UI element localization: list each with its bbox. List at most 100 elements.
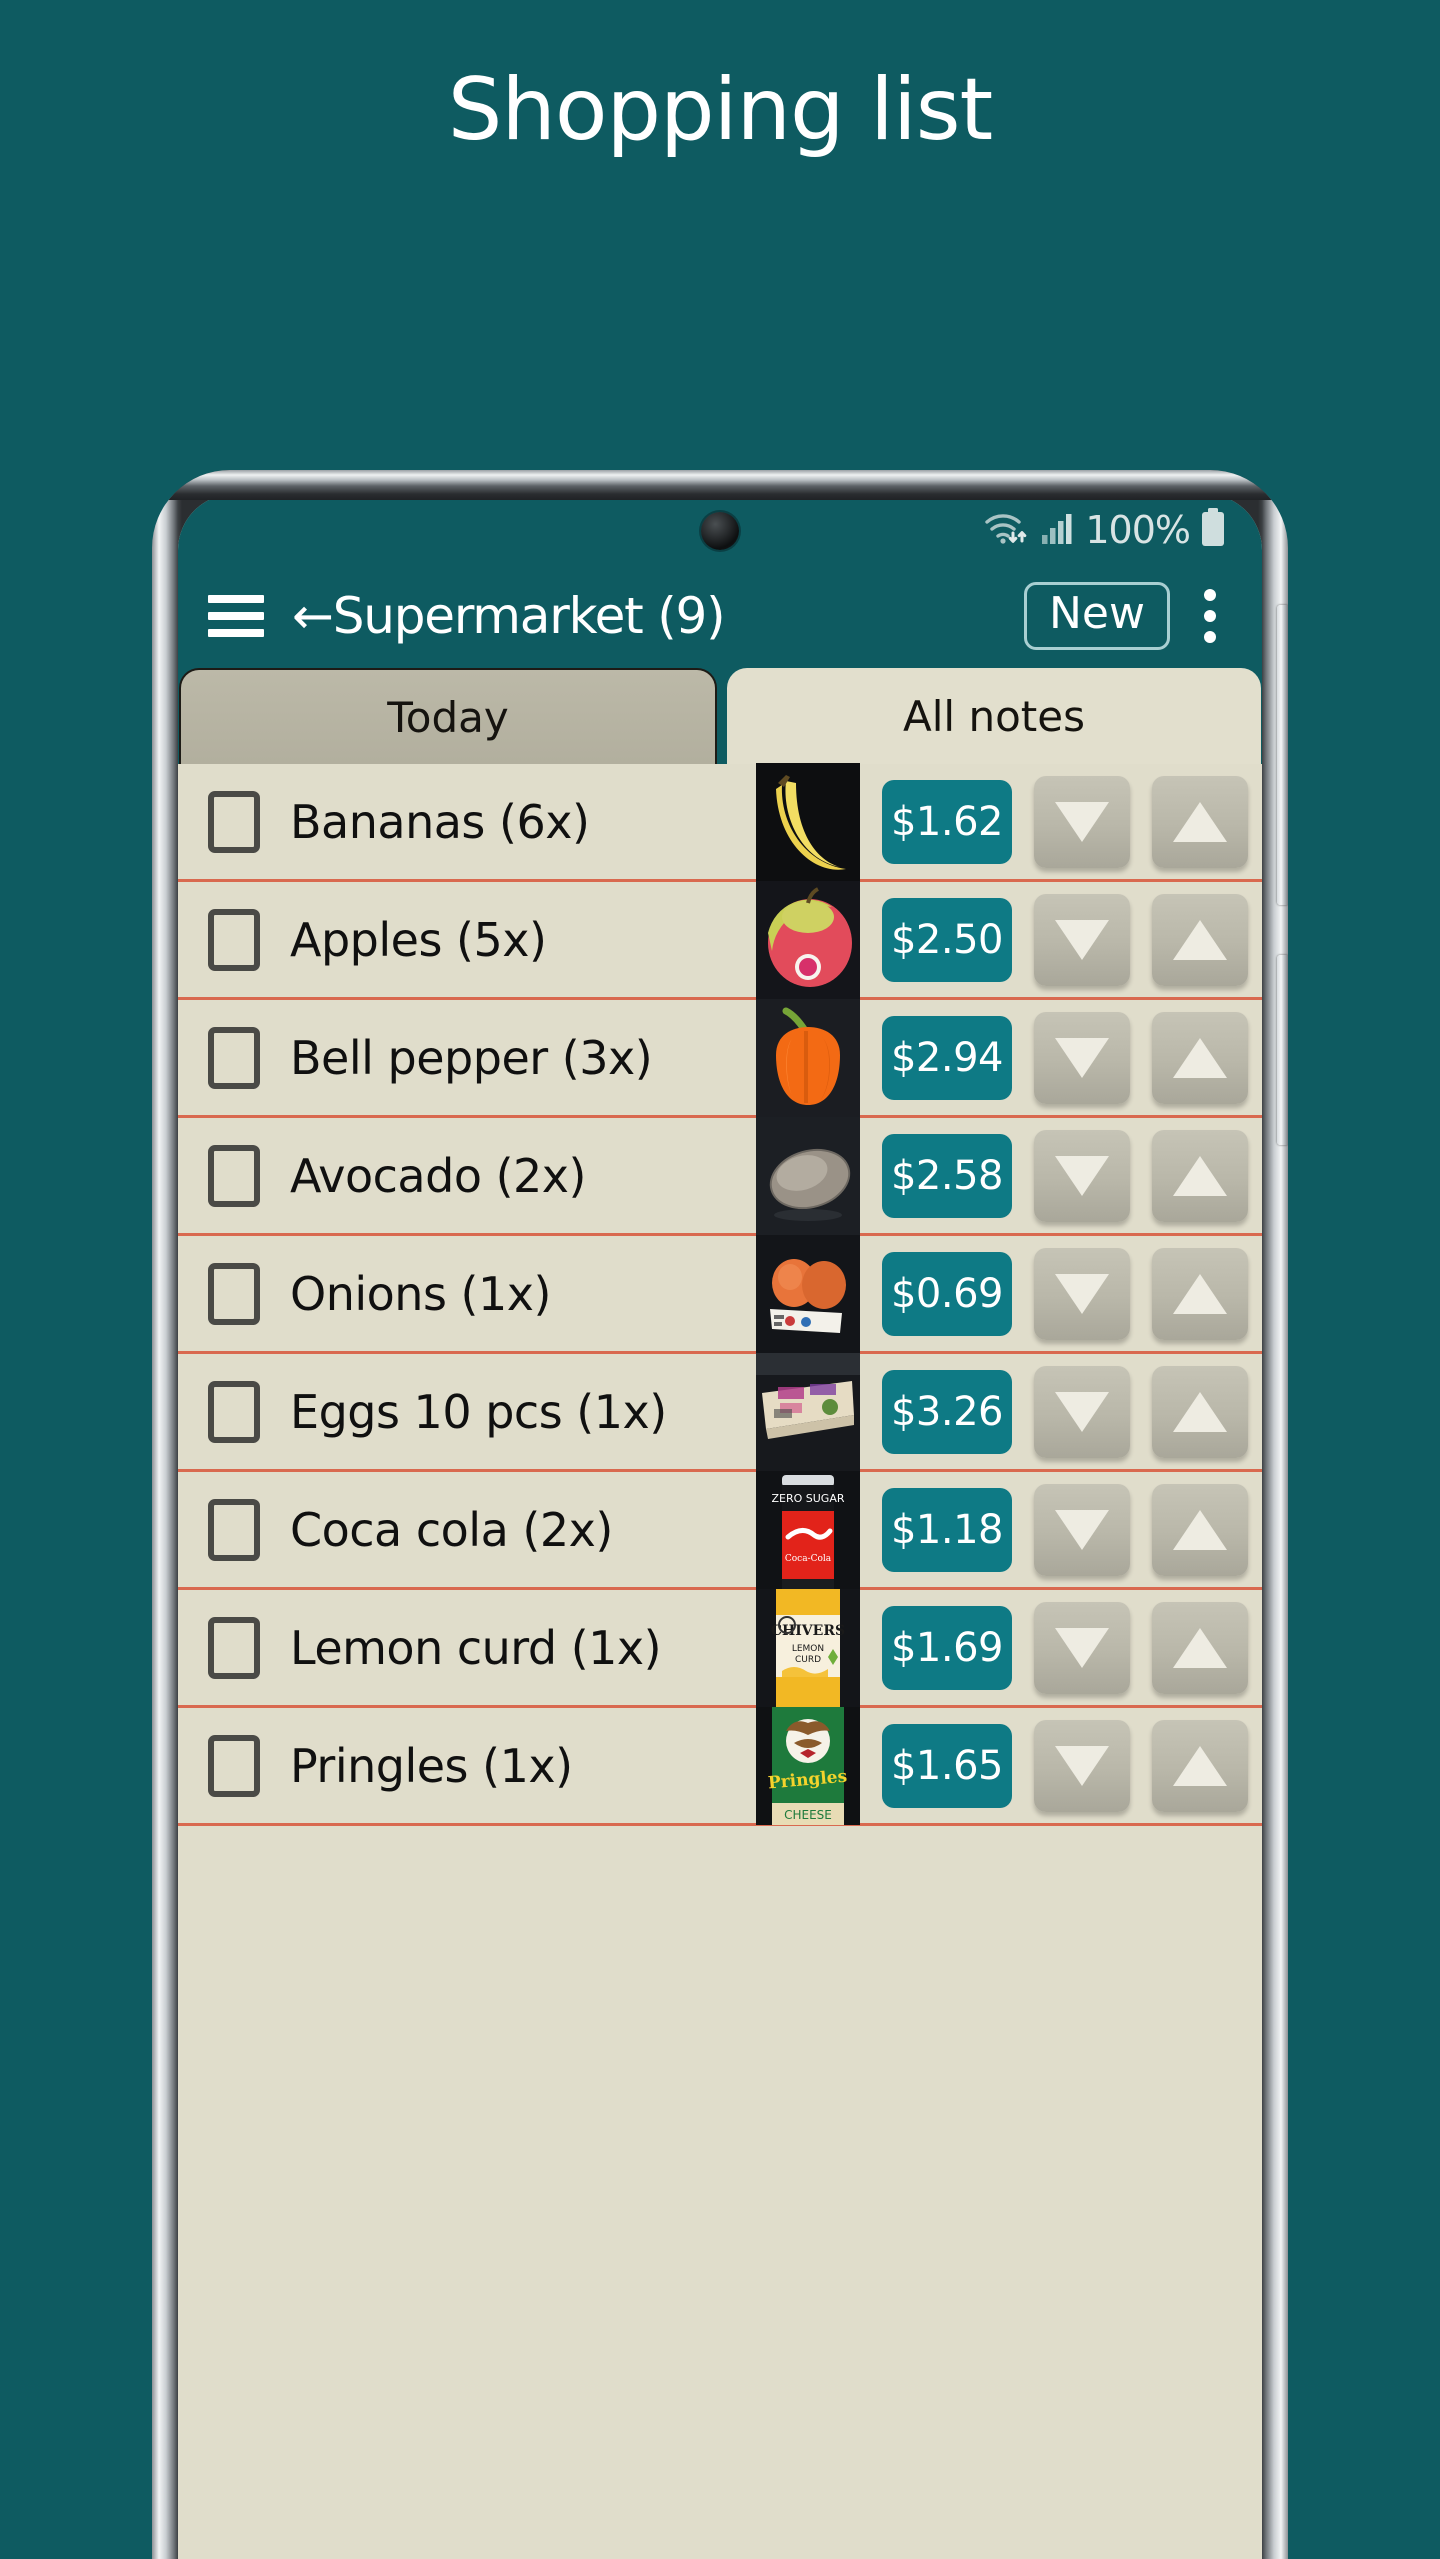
- coca-cola-photo[interactable]: ZERO SUGAR Coca-Cola: [756, 1470, 860, 1589]
- checkbox-unchecked-icon[interactable]: [208, 1380, 260, 1443]
- checkbox-unchecked-icon[interactable]: [208, 1734, 260, 1797]
- checkbox-unchecked-icon[interactable]: [208, 1026, 260, 1089]
- increment-button[interactable]: [1152, 893, 1248, 986]
- overflow-menu-icon[interactable]: [1184, 584, 1236, 648]
- table-row[interactable]: Pringles (1x) Pringles CHEESE $1.65: [178, 1706, 1262, 1826]
- battery-percent-label: 100%: [1085, 508, 1191, 552]
- triangle-down-icon: [1055, 919, 1109, 960]
- tab-bar: Today All notes: [178, 666, 1262, 764]
- shopping-list: Bananas (6x) $1.62 Apples (5x) $2.50 Bel…: [178, 762, 1262, 1826]
- svg-text:Coca-Cola: Coca-Cola: [785, 1554, 832, 1564]
- table-row[interactable]: Eggs 10 pcs (1x) $3.26: [178, 1352, 1262, 1472]
- increment-button[interactable]: [1152, 1247, 1248, 1340]
- increment-button[interactable]: [1152, 1601, 1248, 1694]
- triangle-down-icon: [1055, 801, 1109, 842]
- increment-button[interactable]: [1152, 1483, 1248, 1576]
- item-price-badge[interactable]: $0.69: [882, 1251, 1012, 1336]
- checkbox-unchecked-icon[interactable]: [208, 1262, 260, 1325]
- item-price-badge[interactable]: $2.50: [882, 897, 1012, 982]
- triangle-up-icon: [1173, 801, 1227, 842]
- bell-pepper-photo[interactable]: [756, 998, 860, 1117]
- increment-button[interactable]: [1152, 1011, 1248, 1104]
- decrement-button[interactable]: [1034, 775, 1130, 868]
- table-row[interactable]: Coca cola (2x) ZERO SUGAR Coca-Cola $1.1…: [178, 1470, 1262, 1590]
- triangle-down-icon: [1055, 1509, 1109, 1550]
- pringles-photo[interactable]: Pringles CHEESE: [756, 1706, 860, 1825]
- phone-screen: 100% ←Supermarket (9) New Today All note…: [178, 494, 1262, 2559]
- front-camera-icon: [701, 512, 739, 550]
- status-bar-right: 100%: [983, 507, 1226, 553]
- item-label: Bell pepper (3x): [290, 1030, 653, 1085]
- decrement-button[interactable]: [1034, 1011, 1130, 1104]
- triangle-up-icon: [1173, 1745, 1227, 1786]
- power-button[interactable]: [1277, 955, 1288, 1145]
- decrement-button[interactable]: [1034, 1247, 1130, 1340]
- volume-rocker-button[interactable]: [1277, 605, 1288, 905]
- decrement-button[interactable]: [1034, 893, 1130, 986]
- checkbox-unchecked-icon[interactable]: [208, 1498, 260, 1561]
- triangle-up-icon: [1173, 1627, 1227, 1668]
- tab-today[interactable]: Today: [179, 668, 717, 764]
- table-row[interactable]: Lemon curd (1x) CHIVERS LEMON CURD $1.69: [178, 1588, 1262, 1708]
- status-bar: 100%: [178, 494, 1262, 566]
- avocado-photo[interactable]: [756, 1116, 860, 1235]
- triangle-down-icon: [1055, 1037, 1109, 1078]
- item-price-badge[interactable]: $1.18: [882, 1487, 1012, 1572]
- item-price-badge[interactable]: $1.65: [882, 1723, 1012, 1808]
- table-row[interactable]: Bananas (6x) $1.62: [178, 762, 1262, 882]
- hamburger-menu-icon[interactable]: [208, 595, 264, 637]
- increment-button[interactable]: [1152, 1365, 1248, 1458]
- item-label: Coca cola (2x): [290, 1502, 613, 1557]
- tab-all-notes[interactable]: All notes: [727, 668, 1261, 764]
- table-row[interactable]: Onions (1x) $0.69: [178, 1234, 1262, 1354]
- decrement-button[interactable]: [1034, 1601, 1130, 1694]
- item-price-badge[interactable]: $1.69: [882, 1605, 1012, 1690]
- triangle-up-icon: [1173, 1273, 1227, 1314]
- apple-photo[interactable]: [756, 880, 860, 999]
- svg-text:LEMON: LEMON: [792, 1644, 824, 1654]
- banana-photo[interactable]: [756, 762, 860, 881]
- battery-full-icon: [1200, 507, 1226, 553]
- item-label: Avocado (2x): [290, 1148, 586, 1203]
- triangle-down-icon: [1055, 1155, 1109, 1196]
- decrement-button[interactable]: [1034, 1365, 1130, 1458]
- increment-button[interactable]: [1152, 1719, 1248, 1812]
- triangle-up-icon: [1173, 1509, 1227, 1550]
- lemon-curd-photo[interactable]: CHIVERS LEMON CURD: [756, 1588, 860, 1707]
- decrement-button[interactable]: [1034, 1129, 1130, 1222]
- new-button[interactable]: New: [1024, 581, 1170, 651]
- increment-button[interactable]: [1152, 1129, 1248, 1222]
- cellular-signal-icon: [1041, 511, 1075, 550]
- table-row[interactable]: Apples (5x) $2.50: [178, 880, 1262, 1000]
- svg-text:CURD: CURD: [795, 1655, 821, 1665]
- checkbox-unchecked-icon[interactable]: [208, 1144, 260, 1207]
- table-row[interactable]: Avocado (2x) $2.58: [178, 1116, 1262, 1236]
- checkbox-unchecked-icon[interactable]: [208, 1616, 260, 1679]
- item-label: Bananas (6x): [290, 794, 590, 849]
- item-label: Lemon curd (1x): [290, 1620, 662, 1675]
- triangle-down-icon: [1055, 1391, 1109, 1432]
- svg-text:CHEESE: CHEESE: [784, 1808, 832, 1822]
- triangle-up-icon: [1173, 1155, 1227, 1196]
- table-row[interactable]: Bell pepper (3x) $2.94: [178, 998, 1262, 1118]
- item-label: Pringles (1x): [290, 1738, 573, 1793]
- phone-device-frame: 100% ←Supermarket (9) New Today All note…: [152, 470, 1288, 2559]
- triangle-up-icon: [1173, 1037, 1227, 1078]
- item-price-badge[interactable]: $1.62: [882, 779, 1012, 864]
- checkbox-unchecked-icon[interactable]: [208, 790, 260, 853]
- decrement-button[interactable]: [1034, 1483, 1130, 1576]
- onions-photo[interactable]: [756, 1234, 860, 1353]
- triangle-down-icon: [1055, 1273, 1109, 1314]
- wifi-icon: [983, 508, 1031, 553]
- page-title: Shopping list: [447, 60, 994, 160]
- item-label: Eggs 10 pcs (1x): [290, 1384, 667, 1439]
- item-price-badge[interactable]: $2.58: [882, 1133, 1012, 1218]
- increment-button[interactable]: [1152, 775, 1248, 868]
- decrement-button[interactable]: [1034, 1719, 1130, 1812]
- page-header-title[interactable]: ←Supermarket (9): [292, 587, 726, 645]
- item-price-badge[interactable]: $2.94: [882, 1015, 1012, 1100]
- checkbox-unchecked-icon[interactable]: [208, 908, 260, 971]
- triangle-up-icon: [1173, 919, 1227, 960]
- eggs-photo[interactable]: [756, 1352, 860, 1471]
- item-price-badge[interactable]: $3.26: [882, 1369, 1012, 1454]
